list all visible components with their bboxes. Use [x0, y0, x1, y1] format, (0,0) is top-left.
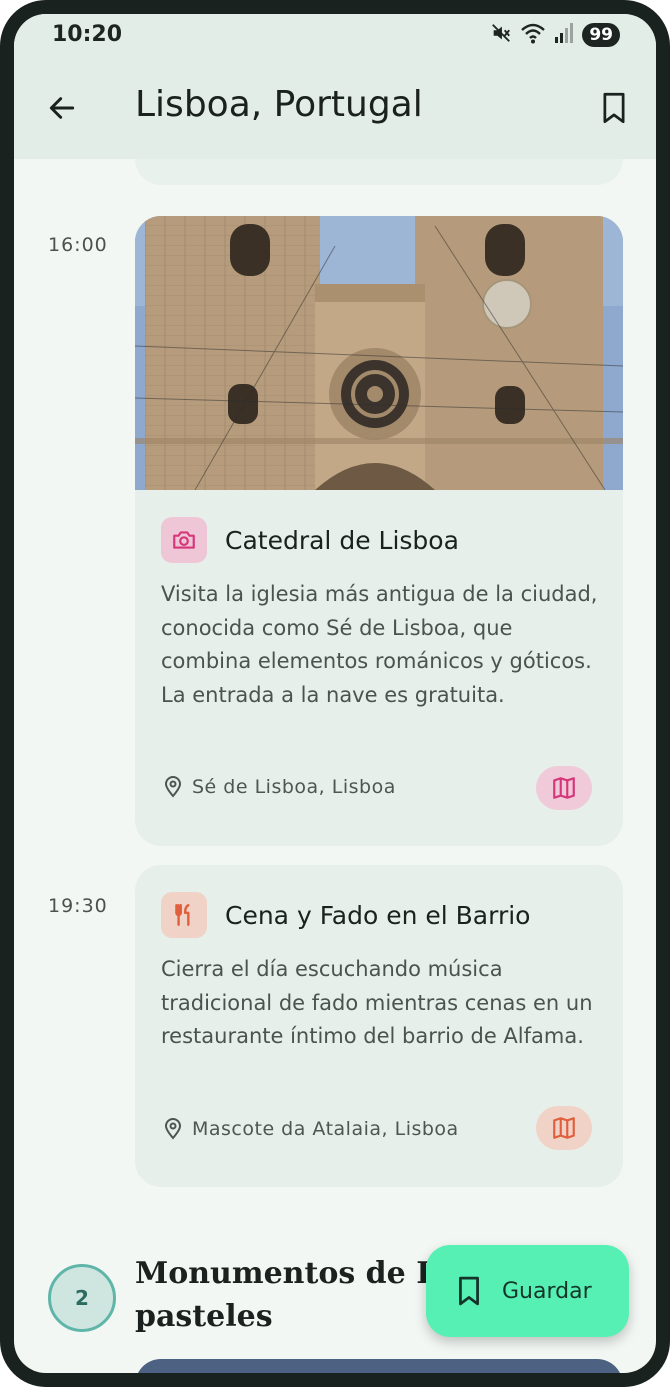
- day-title: Monumentos de B pasteles: [135, 1252, 455, 1338]
- day-title-line: Monumentos de B: [135, 1256, 442, 1291]
- save-fab-button[interactable]: Guardar: [426, 1245, 629, 1337]
- location-pin-icon: [164, 1118, 182, 1140]
- next-card-photo: [135, 1359, 623, 1373]
- status-icons: 99: [490, 22, 620, 48]
- card-description: Visita la iglesia más antigua de la ciud…: [161, 582, 598, 707]
- map-icon: [553, 777, 575, 799]
- cathedral-photo: [135, 216, 623, 490]
- card-title: Cena y Fado en el Barrio: [225, 900, 531, 930]
- activity-card[interactable]: Cena y Fado en el Barrio Cierra el día e…: [135, 865, 623, 1187]
- item-time: 16:00: [48, 234, 108, 256]
- fab-label: Guardar: [502, 1278, 592, 1304]
- map-icon: [553, 1117, 575, 1139]
- back-button[interactable]: [42, 88, 82, 128]
- bookmark-icon: [603, 92, 625, 124]
- card-header: Catedral de Lisboa: [161, 517, 459, 563]
- card-location: Sé de Lisboa, Lisboa: [163, 776, 396, 798]
- day-number-badge: 2: [48, 1264, 116, 1332]
- item-time: 19:30: [48, 895, 108, 917]
- arrow-back-icon: [49, 97, 75, 119]
- open-map-button[interactable]: [536, 766, 592, 810]
- bookmark-icon: [456, 1276, 482, 1306]
- restaurant-icon: [161, 892, 207, 938]
- location-text: Sé de Lisboa, Lisboa: [192, 776, 396, 798]
- day-title-line: pasteles: [135, 1299, 273, 1334]
- previous-card: [135, 159, 623, 185]
- open-map-button[interactable]: [536, 1106, 592, 1150]
- card-location: Mascote da Atalaia, Lisboa: [163, 1118, 459, 1140]
- activity-card[interactable]: Catedral de Lisboa Visita la iglesia más…: [135, 216, 623, 846]
- camera-icon: [161, 517, 207, 563]
- card-title: Catedral de Lisboa: [225, 525, 459, 555]
- itinerary-list[interactable]: 16:00 Catedral de Lisboa Visita la igles…: [14, 159, 656, 1373]
- location-pin-icon: [164, 776, 182, 798]
- page-title: Lisboa, Portugal: [135, 84, 423, 125]
- card-header: Cena y Fado en el Barrio: [161, 892, 530, 938]
- top-app-bar: 10:20 99 Lisboa, Portugal: [14, 14, 656, 159]
- screen: 10:20 99 Lisboa, Portugal 16:00 Catedral…: [14, 14, 656, 1373]
- mute-icon: [490, 22, 512, 48]
- wifi-icon: [520, 22, 546, 48]
- phone-frame: 10:20 99 Lisboa, Portugal 16:00 Catedral…: [0, 0, 670, 1387]
- bookmark-button[interactable]: [592, 86, 636, 130]
- battery-badge: 99: [582, 23, 620, 47]
- status-bar: 10:20 99: [14, 14, 656, 60]
- status-time: 10:20: [52, 22, 123, 47]
- location-text: Mascote da Atalaia, Lisboa: [192, 1118, 459, 1140]
- card-description: Cierra el día escuchando música tradicio…: [161, 957, 593, 1048]
- signal-icon: [554, 22, 574, 48]
